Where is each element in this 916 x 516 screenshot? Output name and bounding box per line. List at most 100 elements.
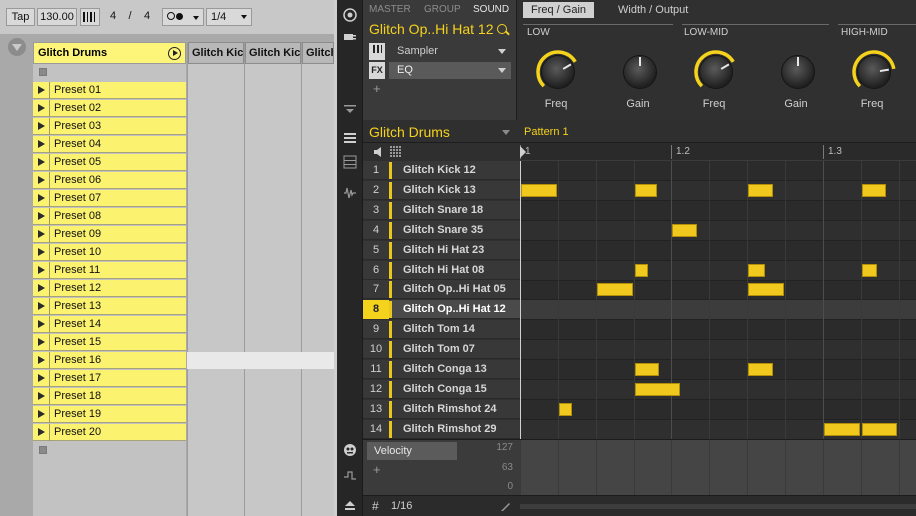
sub-track-header[interactable]: Glitch: [302, 42, 334, 64]
clip-slot[interactable]: Preset 03: [33, 118, 186, 135]
knob-freq[interactable]: [536, 50, 580, 94]
note-event[interactable]: [672, 223, 697, 237]
clip-launch-icon[interactable]: [38, 230, 45, 238]
add-lane-button[interactable]: +: [373, 462, 381, 477]
slot-eq[interactable]: FX EQ: [369, 62, 511, 79]
clip-launch-icon[interactable]: [38, 140, 45, 148]
note-event[interactable]: [558, 402, 572, 416]
clip-launch-icon[interactable]: [38, 284, 45, 292]
clip-slot[interactable]: Preset 04: [33, 136, 186, 153]
note-event[interactable]: [634, 183, 658, 197]
clip-slot[interactable]: Preset 09: [33, 226, 186, 243]
stop-clip-icon[interactable]: [39, 68, 47, 76]
track-header[interactable]: Glitch Drums: [33, 42, 186, 64]
slot-sampler[interactable]: Sampler: [369, 43, 511, 60]
chevron-down-icon[interactable]: [498, 68, 506, 73]
note-event[interactable]: [748, 283, 784, 297]
pencil-icon[interactable]: [500, 500, 512, 512]
pattern-editor-icon[interactable]: [343, 132, 357, 146]
clip-slot[interactable]: Preset 06: [33, 172, 186, 189]
clip-slot[interactable]: Preset 10: [33, 244, 186, 261]
clip-launch-icon[interactable]: [38, 158, 45, 166]
pad-row[interactable]: 14 Glitch Rimshot 29: [363, 419, 520, 439]
tab-width-output[interactable]: Width / Output: [610, 2, 696, 18]
clip-launch-icon[interactable]: [38, 410, 45, 418]
note-event[interactable]: [634, 382, 680, 396]
clip-slot[interactable]: Preset 01: [33, 82, 186, 99]
note-event[interactable]: [748, 183, 773, 197]
clip-launch-icon[interactable]: [38, 104, 45, 112]
velocity-grid[interactable]: [520, 440, 916, 496]
clip-launch-icon[interactable]: [38, 320, 45, 328]
tab-sound[interactable]: SOUND: [473, 4, 509, 15]
pad-row[interactable]: 9 Glitch Tom 14: [363, 320, 520, 340]
knob-gain[interactable]: [618, 50, 662, 94]
pad-row[interactable]: 1 Glitch Kick 12: [363, 161, 520, 180]
keyboard-view-icon[interactable]: [343, 155, 357, 169]
clip-launch-icon[interactable]: [38, 122, 45, 130]
clip-slot[interactable]: Preset 13: [33, 298, 186, 315]
pad-row[interactable]: 3 Glitch Snare 18: [363, 200, 520, 220]
chevron-down-icon[interactable]: [498, 49, 506, 54]
maschine-logo-icon[interactable]: [343, 8, 357, 22]
clip-slot[interactable]: Preset 12: [33, 280, 186, 297]
chevron-down-icon[interactable]: [8, 38, 26, 56]
timeline-ruler[interactable]: 1 1.2 1.3: [520, 143, 916, 161]
clip-slot[interactable]: Preset 11: [33, 262, 186, 279]
note-event[interactable]: [634, 363, 660, 376]
clip-slot[interactable]: Preset 18: [33, 388, 186, 405]
pad-row[interactable]: 7 Glitch Op..Hi Hat 05: [363, 280, 520, 300]
pad-row[interactable]: 13 Glitch Rimshot 24: [363, 399, 520, 419]
note-event[interactable]: [748, 263, 766, 277]
eject-icon[interactable]: [343, 498, 357, 512]
clip-slot[interactable]: Preset 05: [33, 154, 186, 171]
clip-slot[interactable]: Preset 15: [33, 334, 186, 351]
knob-freq[interactable]: [694, 50, 738, 94]
clip-launch-icon[interactable]: [38, 302, 45, 310]
clip-launch-icon[interactable]: [38, 338, 45, 346]
step-grid[interactable]: [520, 161, 916, 439]
note-event[interactable]: [861, 183, 887, 197]
note-event[interactable]: [748, 363, 773, 376]
note-event[interactable]: [861, 263, 877, 277]
playhead-icon[interactable]: [520, 146, 526, 158]
search-icon[interactable]: [497, 24, 507, 34]
grid-resolution[interactable]: 1/16: [391, 500, 412, 512]
tempo-field[interactable]: 130.00: [37, 8, 77, 26]
clip-launch-icon[interactable]: [38, 212, 45, 220]
clip-launch-icon[interactable]: [38, 374, 45, 382]
clip-slot[interactable]: Preset 08: [33, 208, 186, 225]
pad-row[interactable]: 5 Glitch Hi Hat 23: [363, 240, 520, 260]
horizontal-scrollbar[interactable]: [520, 504, 916, 509]
sub-track-header[interactable]: Glitch Kic: [188, 42, 244, 64]
group-name[interactable]: Glitch Drums: [369, 124, 450, 140]
follow-icon[interactable]: [162, 8, 204, 26]
metronome-icon[interactable]: [80, 8, 100, 26]
tab-master[interactable]: MASTER: [369, 4, 411, 15]
clip-slot[interactable]: Preset 16: [33, 352, 186, 369]
note-event[interactable]: [521, 183, 557, 197]
clip-slot[interactable]: Preset 17: [33, 370, 186, 387]
clip-launch-icon[interactable]: [38, 176, 45, 184]
plugin-icon[interactable]: [343, 30, 357, 44]
clip-launch-icon[interactable]: [38, 194, 45, 202]
clip-slot[interactable]: Preset 07: [33, 190, 186, 207]
knob-freq[interactable]: [852, 50, 896, 94]
play-icon[interactable]: [168, 47, 181, 60]
clip-launch-icon[interactable]: [38, 266, 45, 274]
tab-freq-gain[interactable]: Freq / Gain: [523, 2, 595, 18]
pad-row[interactable]: 6 Glitch Hi Hat 08: [363, 260, 520, 280]
clip-slot[interactable]: Preset 14: [33, 316, 186, 333]
clip-launch-icon[interactable]: [38, 248, 45, 256]
quantize-select[interactable]: 1/4: [206, 8, 252, 26]
pad-row[interactable]: 2 Glitch Kick 13: [363, 180, 520, 200]
clip-launch-icon[interactable]: [38, 86, 45, 94]
pad-row[interactable]: 4 Glitch Snare 35: [363, 220, 520, 240]
note-event[interactable]: [596, 283, 633, 297]
knob-gain[interactable]: [776, 50, 820, 94]
time-signature-denominator[interactable]: 4: [139, 8, 155, 26]
speaker-icon[interactable]: [373, 146, 385, 158]
step-grid-icon[interactable]: #: [372, 499, 379, 513]
add-slot-button[interactable]: +: [373, 81, 381, 96]
grid-icon[interactable]: [390, 146, 402, 158]
